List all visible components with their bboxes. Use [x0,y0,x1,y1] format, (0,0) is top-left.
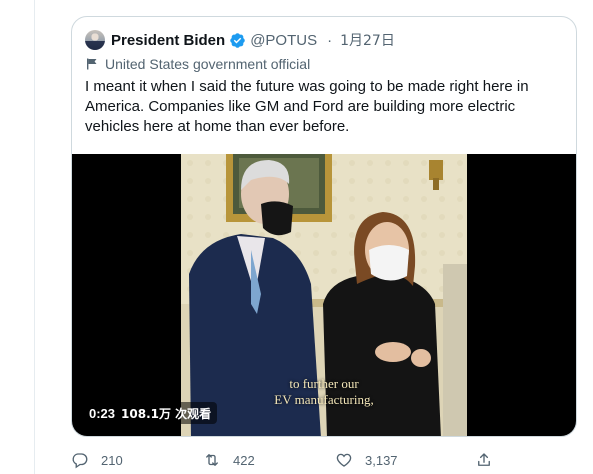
video-caption: to further our EV manufacturing, [181,376,467,408]
label-text: United States government official [105,56,311,72]
like-count: 3,137 [365,452,398,468]
retweet-icon [206,454,218,466]
retweet-button[interactable]: 422 [203,449,255,471]
like-button[interactable]: 3,137 [335,449,398,471]
caption-line-2: EV manufacturing, [274,392,374,407]
tweet-text: I meant it when I said the future was go… [85,78,529,135]
heart-icon [336,453,352,467]
reply-button[interactable]: 210 [71,449,123,471]
flag-icon [87,58,97,70]
separator-dot: · [327,31,333,49]
retweet-count: 422 [233,452,255,468]
verified-badge-icon [230,32,245,48]
video-player[interactable]: to further our EV manufacturing, 0:23 10… [72,154,576,436]
tweet-card[interactable]: President Biden @POTUS · 1月27日 United St… [71,16,577,437]
caption-line-1: to further our [289,376,359,391]
view-count: 108.1万 次观看 [121,406,212,421]
tweet-date[interactable]: 1月27日 [340,30,395,50]
video-duration: 0:23 [89,405,116,421]
video-time-badge: 0:23 108.1万 次观看 [83,402,218,424]
video-frame: to further our EV manufacturing, [181,154,467,436]
author-name[interactable]: President Biden [111,32,225,49]
share-icon [478,453,490,466]
reply-count: 210 [101,452,123,468]
tweet-header: President Biden @POTUS · 1月27日 [85,29,566,51]
share-button[interactable] [475,449,505,471]
timeline-divider [34,0,35,474]
avatar[interactable] [85,30,105,50]
tweet-actions: 210 422 3,137 [71,449,521,471]
author-handle[interactable]: @POTUS [250,32,317,49]
reply-icon [72,453,88,469]
government-label: United States government official [86,55,310,73]
